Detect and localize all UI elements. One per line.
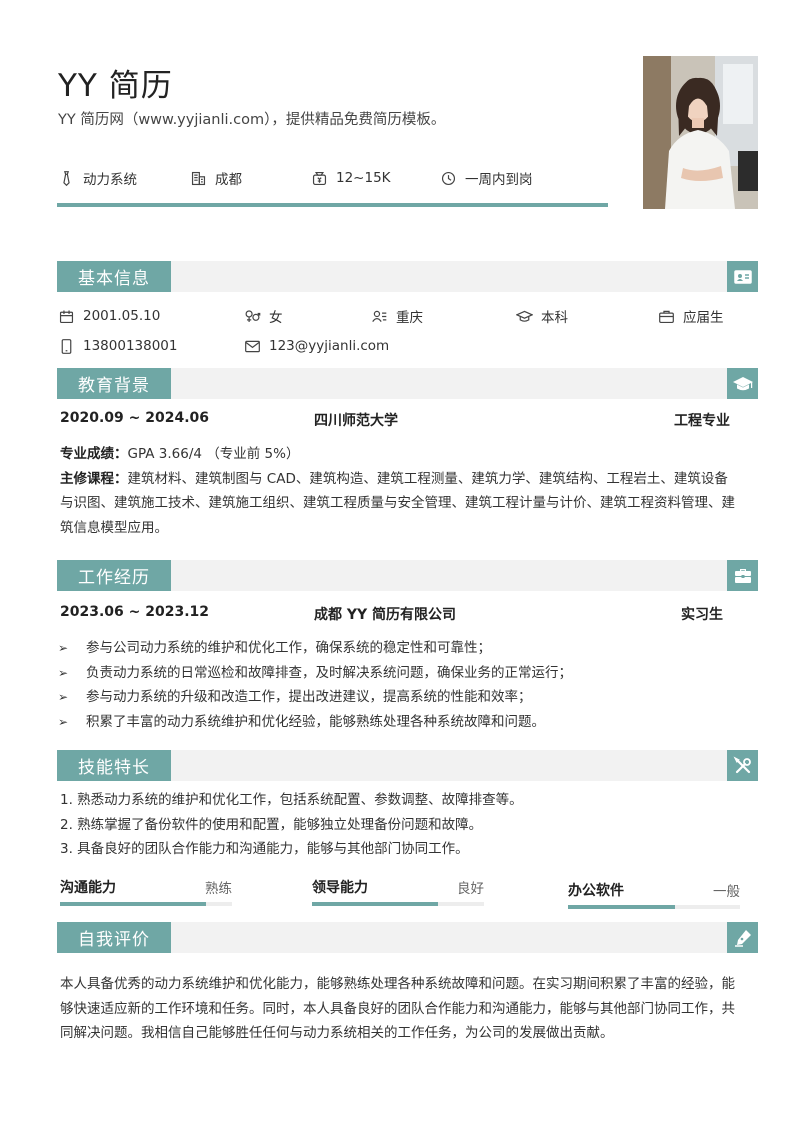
tools-icon	[727, 750, 758, 781]
graduation-cap-icon	[516, 310, 533, 322]
job-intent-city: 成都	[190, 167, 242, 189]
arrow-bullet-icon: ➢	[58, 665, 69, 680]
section-title: 技能特长	[57, 750, 171, 781]
section-title: 自我评价	[57, 922, 171, 953]
toolbox-icon	[727, 560, 758, 591]
section-work: 工作经历	[57, 560, 758, 591]
skill-fill	[60, 902, 207, 906]
job-intent-position: 动力系统	[58, 167, 137, 189]
profile-photo	[643, 56, 758, 209]
skill-track	[568, 905, 740, 909]
edu-details: 专业成绩：GPA 3.66/4 （专业前 5%） 主修课程：建筑材料、建筑制图与…	[60, 442, 736, 540]
info-hometown: 重庆	[371, 305, 423, 327]
skill-track	[312, 902, 484, 906]
person-list-icon	[372, 310, 387, 322]
section-education: 教育背景	[57, 368, 758, 399]
section-title: 基本信息	[57, 261, 171, 292]
info-birthday: 2001.05.10	[58, 305, 160, 327]
self-evaluation-text: 本人具备优秀的动力系统维护和优化能力，能够熟练处理各种系统故障和问题。在实习期间…	[60, 976, 735, 1041]
info-gender: 女	[244, 305, 283, 327]
pen-icon	[727, 922, 758, 953]
work-role: 实习生	[681, 607, 723, 623]
money-bag-icon	[312, 171, 327, 185]
list-item: 1. 熟悉动力系统的维护和优化工作，包括系统配置、参数调整、故障排查等。	[60, 792, 523, 808]
arrow-bullet-icon: ➢	[58, 690, 69, 704]
list-item: 3. 具备良好的团队合作能力和沟通能力，能够与其他部门协同工作。	[60, 841, 469, 857]
clock-icon	[441, 171, 456, 185]
skill-track	[60, 902, 232, 906]
skill-fill	[568, 905, 675, 909]
job-intent-salary: 12~15K	[311, 167, 391, 189]
list-item: ➢ 积累了丰富的动力系统维护和优化经验，能够熟练处理各种系统故障和问题。	[58, 710, 748, 735]
graduation-cap-icon	[727, 368, 758, 399]
skill-bar-communication: 沟通能力 熟练	[60, 877, 232, 907]
section-title: 工作经历	[57, 560, 171, 591]
id-card-icon	[727, 261, 758, 292]
skill-fill	[312, 902, 438, 906]
edu-major: 工程专业	[674, 413, 730, 429]
resume-name: YY 简历	[58, 68, 173, 104]
mail-icon	[245, 340, 260, 352]
job-intent-row: 动力系统 成都 12~15K 一周内到岗	[58, 167, 618, 189]
info-degree: 本科	[516, 305, 568, 327]
edu-period: 2020.09 ~ 2024.06	[60, 410, 210, 426]
edu-courses: 主修课程：建筑材料、建筑制图与 CAD、建筑构造、建筑工程测量、建筑力学、建筑结…	[60, 470, 735, 536]
header-divider	[57, 203, 608, 207]
work-company: 成都 YY 简历有限公司	[314, 607, 457, 623]
list-item: ➢ 参与动力系统的升级和改造工作，提出改进建议，提高系统的性能和效率；	[58, 685, 748, 710]
section-basic-info: 基本信息	[57, 261, 758, 292]
section-skills: 技能特长	[57, 750, 758, 781]
section-title: 教育背景	[57, 368, 171, 399]
info-email: 123@yyjianli.com	[244, 335, 389, 357]
resume-subtitle: YY 简历网（www.yyjianli.com），提供精品免费简历模板。	[58, 112, 446, 128]
arrow-bullet-icon: ➢	[58, 641, 69, 655]
edu-school: 四川师范大学	[314, 413, 398, 429]
arrow-bullet-icon: ➢	[58, 714, 69, 729]
calendar-icon	[59, 310, 74, 323]
briefcase-icon	[659, 310, 674, 323]
list-item: ➢ 负责动力系统的日常巡检和故障排查，及时解决系统问题，确保业务的正常运行；	[58, 661, 748, 686]
work-period: 2023.06 ~ 2023.12	[60, 604, 210, 620]
list-item: ➢ 参与公司动力系统的维护和优化工作，确保系统的稳定性和可靠性；	[58, 636, 748, 661]
skill-bar-office: 办公软件 一般	[568, 880, 740, 910]
edu-score: 专业成绩：GPA 3.66/4 （专业前 5%）	[60, 446, 300, 462]
gender-icon	[245, 309, 261, 322]
skill-bar-leadership: 领导能力 良好	[312, 877, 484, 907]
phone-icon	[61, 338, 72, 354]
building-icon	[191, 171, 206, 185]
tie-icon	[63, 170, 70, 186]
info-status: 应届生	[658, 305, 724, 327]
section-self-evaluation: 自我评价	[57, 922, 758, 953]
info-phone: 13800138001	[58, 335, 177, 357]
job-intent-availability: 一周内到岗	[440, 167, 533, 189]
skills-list: 1. 熟悉动力系统的维护和优化工作，包括系统配置、参数调整、故障排查等。 2. …	[60, 788, 750, 862]
list-item: 2. 熟练掌握了备份软件的使用和配置，能够独立处理备份问题和故障。	[60, 816, 483, 833]
work-bullets: ➢ 参与公司动力系统的维护和优化工作，确保系统的稳定性和可靠性； ➢ 负责动力系统的…	[58, 636, 748, 734]
